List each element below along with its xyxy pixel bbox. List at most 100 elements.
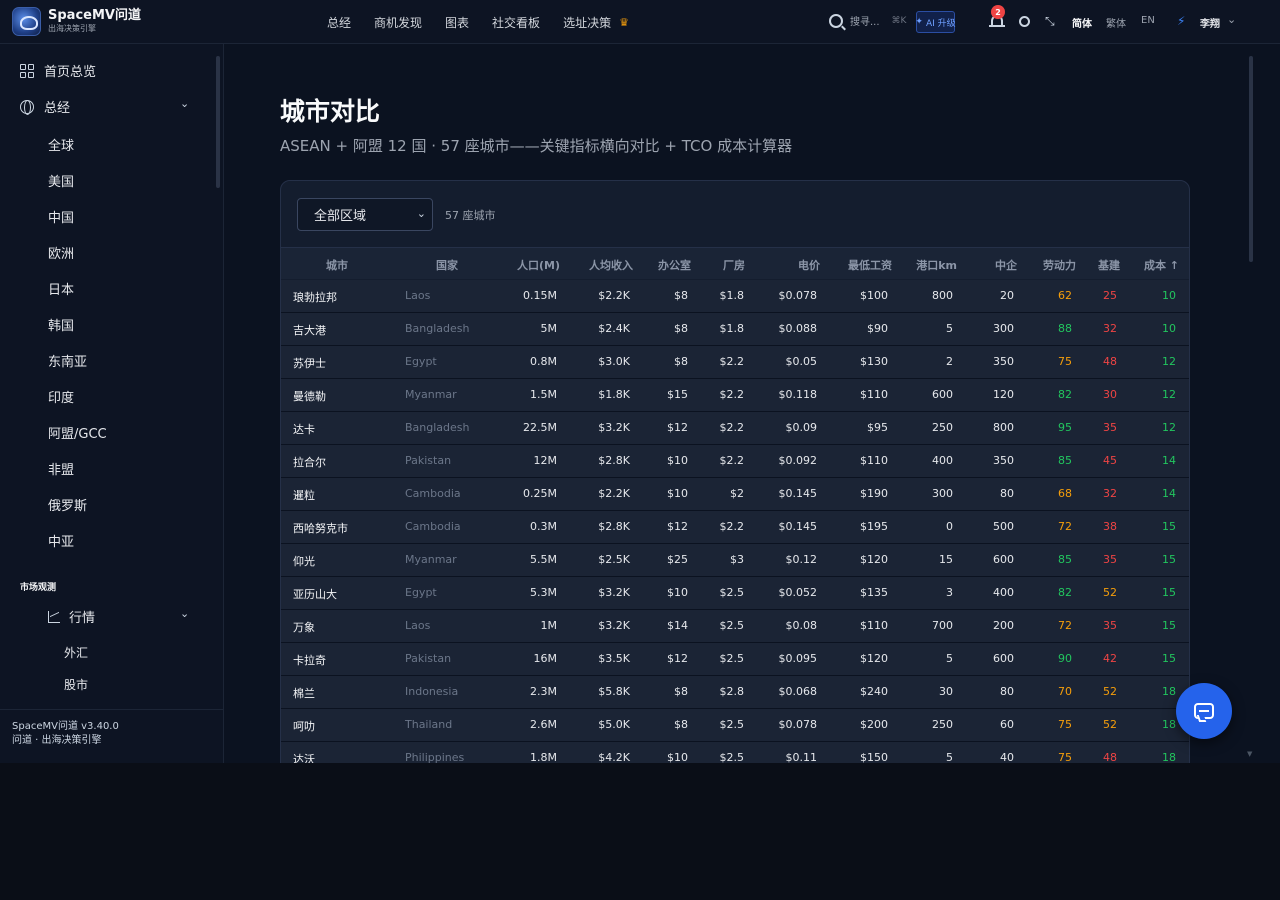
sidebar-scrollbar[interactable]: [216, 56, 220, 188]
cell-factory: $2.5: [719, 718, 745, 731]
column-header-labor[interactable]: 劳动力: [1043, 257, 1076, 273]
table-row[interactable]: 达卡 Bangladesh 22.5M $3.2K $12 $2.2 $0.09 $95 250…: [281, 412, 1189, 445]
table-row[interactable]: 苏伊士 Egypt 0.8M $3.0K $8 $2.2 $0.05 $130 2 350 75 48…: [281, 346, 1189, 379]
region-select[interactable]: 全部区域 ⌄: [297, 198, 433, 231]
cell-factory: $2.2: [719, 520, 745, 533]
cell-factory: $2.5: [719, 652, 745, 665]
table-row[interactable]: 西哈努克市 Cambodia 0.3M $2.8K $12 $2.2 $0.145 $195 0…: [281, 511, 1189, 544]
sidebar-item-africa[interactable]: 非盟: [48, 459, 74, 478]
sidebar-item-korea[interactable]: 韩国: [48, 315, 74, 334]
sidebar-item-forex[interactable]: 外汇: [64, 644, 88, 661]
cell-population: 22.5M: [523, 421, 557, 434]
table-row[interactable]: 吉大港 Bangladesh 5M $2.4K $8 $1.8 $0.088 $90 5 300 8…: [281, 313, 1189, 346]
column-header-city[interactable]: 城市: [326, 257, 348, 273]
table-row[interactable]: 达沃 Philippines 1.8M $4.2K $10 $2.5 $0.11 $150 5 4…: [281, 742, 1189, 763]
cell-labor: 72: [1058, 520, 1072, 533]
table-row[interactable]: 呵叻 Thailand 2.6M $5.0K $8 $2.5 $0.078 $200 250 60…: [281, 709, 1189, 742]
column-header-chinese-firms[interactable]: 中企: [995, 257, 1017, 273]
cell-chinese-firms: 600: [993, 652, 1014, 665]
table-row[interactable]: 卡拉奇 Pakistan 16M $3.5K $12 $2.5 $0.095 $120 5 600…: [281, 643, 1189, 676]
column-header-income[interactable]: 人均收入: [589, 257, 633, 273]
ai-upgrade-button[interactable]: ✦ AI 升级: [915, 11, 956, 33]
sidebar-item-usa[interactable]: 美国: [48, 171, 74, 190]
cell-income: $2.2K: [598, 289, 630, 302]
search-trigger[interactable]: 搜寻... ⌘K: [829, 13, 906, 28]
brand[interactable]: SpaceMV问道 出海决策引擎: [12, 7, 141, 36]
nav-item-site-selection[interactable]: 选址决策 ♛: [563, 14, 629, 31]
cell-office: $14: [667, 619, 688, 632]
theme-toggle-sun-icon[interactable]: [1019, 16, 1030, 27]
chevron-down-icon[interactable]: ⌄: [180, 607, 189, 620]
cell-labor: 85: [1058, 553, 1072, 566]
table-row[interactable]: 亚历山大 Egypt 5.3M $3.2K $10 $2.5 $0.052 $135 3 400 8…: [281, 577, 1189, 610]
compress-icon[interactable]: ⤡: [1045, 15, 1057, 27]
chevron-down-icon[interactable]: ⌄: [180, 97, 189, 110]
lang-simplified[interactable]: 简体: [1072, 15, 1092, 30]
nav-item-opportunities[interactable]: 商机发现: [374, 14, 422, 31]
cell-city: 达沃: [293, 753, 315, 763]
column-header-office[interactable]: 办公室: [658, 257, 691, 273]
column-header-population[interactable]: 人口(M): [517, 257, 560, 273]
nav-item-social[interactable]: 社交看板: [492, 14, 540, 31]
table-header: 城市 国家 人口(M) 人均收入 办公室 厂房 电价 最低工资 港口km 中企 劳动力 基建 成本 ↑: [281, 247, 1189, 279]
sidebar-item-market[interactable]: 行情: [48, 607, 95, 626]
table-row[interactable]: 仰光 Myanmar 5.5M $2.5K $25 $3 $0.12 $120 15 600 85 3…: [281, 544, 1189, 577]
sidebar-item-india[interactable]: 印度: [48, 387, 74, 406]
cell-country: Laos: [405, 289, 431, 302]
sparkle-icon: ✦: [915, 17, 923, 27]
cell-port-km: 2: [946, 355, 953, 368]
column-header-country[interactable]: 国家: [436, 257, 458, 273]
cell-chinese-firms: 120: [993, 388, 1014, 401]
sidebar-item-macro-label: 总经: [44, 101, 71, 116]
sidebar-item-global[interactable]: 全球: [48, 135, 74, 154]
column-header-factory[interactable]: 厂房: [723, 257, 745, 273]
sidebar-item-macro[interactable]: 总经: [20, 97, 70, 116]
column-header-port-km[interactable]: 港口km: [916, 257, 957, 273]
lang-english[interactable]: EN: [1141, 15, 1155, 26]
user-name[interactable]: 李翔: [1200, 15, 1220, 30]
table-row[interactable]: 暹粒 Cambodia 0.25M $2.2K $10 $2 $0.145 $190 300 80…: [281, 478, 1189, 511]
cell-country: Cambodia: [405, 487, 461, 500]
column-header-cost[interactable]: 成本 ↑: [1144, 257, 1179, 273]
table-row[interactable]: 曼德勒 Myanmar 1.5M $1.8K $15 $2.2 $0.118 $110 600 1…: [281, 379, 1189, 412]
cell-labor: 82: [1058, 388, 1072, 401]
table-row[interactable]: 棉兰 Indonesia 2.3M $5.8K $8 $2.8 $0.068 $240 30 80…: [281, 676, 1189, 709]
cell-cost: 12: [1162, 388, 1176, 401]
cell-population: 0.8M: [530, 355, 557, 368]
chevron-down-icon[interactable]: ⌄: [1227, 13, 1236, 26]
table-row[interactable]: 万象 Laos 1M $3.2K $14 $2.5 $0.08 $110 700 200 72 35 1…: [281, 610, 1189, 643]
cell-population: 1M: [540, 619, 558, 632]
column-header-infra[interactable]: 基建: [1098, 257, 1120, 273]
cell-chinese-firms: 500: [993, 520, 1014, 533]
main-scrollbar[interactable]: [1249, 56, 1253, 262]
cell-office: $10: [667, 487, 688, 500]
scroll-down-arrow-icon[interactable]: ▼: [1247, 750, 1252, 758]
column-header-electricity[interactable]: 电价: [798, 257, 820, 273]
cell-office: $8: [674, 322, 688, 335]
column-header-min-wage[interactable]: 最低工资: [848, 257, 892, 273]
cell-infra: 38: [1103, 520, 1117, 533]
lang-traditional[interactable]: 繁体: [1106, 15, 1126, 30]
sidebar-item-stocks[interactable]: 股市: [64, 676, 88, 693]
cell-infra: 48: [1103, 751, 1117, 763]
cell-infra: 35: [1103, 619, 1117, 632]
sidebar-item-japan[interactable]: 日本: [48, 279, 74, 298]
sidebar-item-central-asia[interactable]: 中亚: [48, 531, 74, 550]
nav-item-charts[interactable]: 图表: [445, 14, 469, 31]
cell-city: 卡拉奇: [293, 654, 326, 667]
sidebar-item-russia[interactable]: 俄罗斯: [48, 495, 87, 514]
sidebar-item-home[interactable]: 首页总览: [20, 61, 96, 80]
sidebar-item-europe[interactable]: 欧洲: [48, 243, 74, 262]
cell-income: $1.8K: [598, 388, 630, 401]
cell-income: $3.5K: [598, 652, 630, 665]
cell-country: Egypt: [405, 586, 437, 599]
table-row[interactable]: 拉合尔 Pakistan 12M $2.8K $10 $2.2 $0.092 $110 400 3…: [281, 445, 1189, 478]
chat-button[interactable]: [1176, 683, 1232, 739]
table-row[interactable]: 琅勃拉邦 Laos 0.15M $2.2K $8 $1.8 $0.078 $100 800 20 6…: [281, 280, 1189, 313]
sidebar-item-gcc[interactable]: 阿盟/GCC: [48, 423, 107, 442]
cell-chinese-firms: 200: [993, 619, 1014, 632]
nav-item-macro[interactable]: 总经: [327, 14, 351, 31]
sidebar-item-sea[interactable]: 东南亚: [48, 351, 87, 370]
cell-cost: 14: [1162, 454, 1176, 467]
sidebar-item-china[interactable]: 中国: [48, 207, 74, 226]
